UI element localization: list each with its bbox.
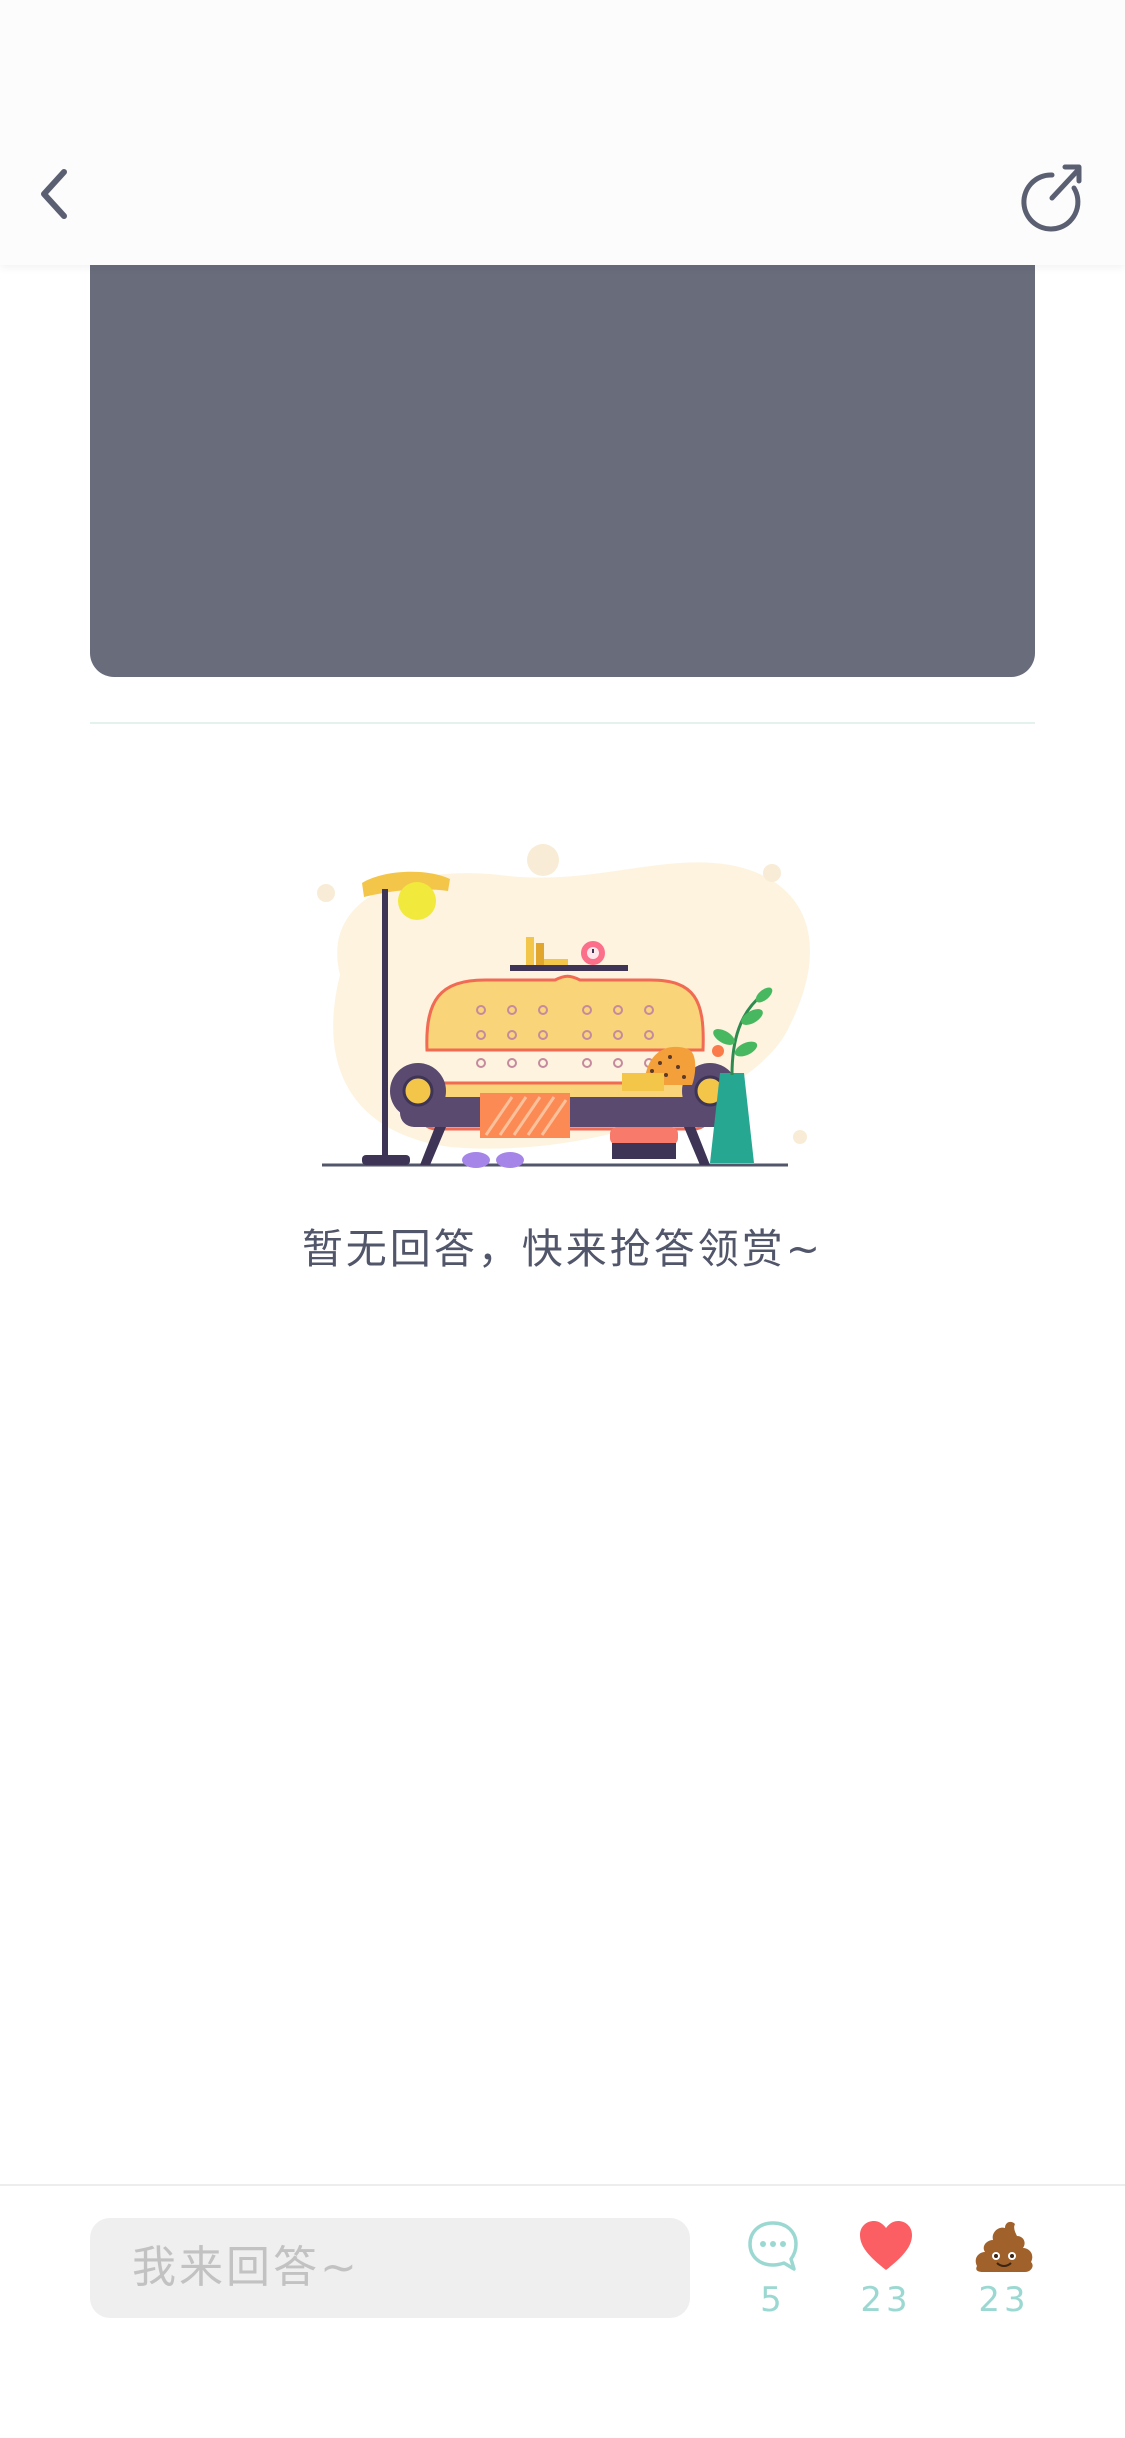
comments-count: 5 (760, 2280, 786, 2320)
speech-bubble-icon (748, 2221, 798, 2271)
heart-icon (860, 2221, 912, 2270)
refresh-icon (1021, 164, 1082, 232)
chevron-left-icon (41, 169, 67, 219)
poop-icon (975, 2221, 1033, 2272)
poop-count: 23 (978, 2280, 1030, 2320)
likes-count: 23 (860, 2280, 912, 2320)
empty-sofa-illustration (317, 844, 810, 1168)
poop-button[interactable]: 23 (949, 2218, 1059, 2320)
bottom-action-bar: 我来回答~ 5 23 23 (0, 2184, 1125, 2438)
section-divider (90, 722, 1035, 724)
refresh-button[interactable] (1012, 158, 1092, 238)
empty-state-message: 暂无回答，快来抢答领赏~ (301, 1225, 824, 1273)
answer-input[interactable]: 我来回答~ (90, 2218, 690, 2318)
question-card (90, 255, 1035, 677)
top-nav-bar (0, 0, 1125, 265)
back-button[interactable] (28, 158, 92, 230)
like-button[interactable]: 23 (831, 2218, 941, 2320)
comments-button[interactable]: 5 (718, 2218, 828, 2320)
